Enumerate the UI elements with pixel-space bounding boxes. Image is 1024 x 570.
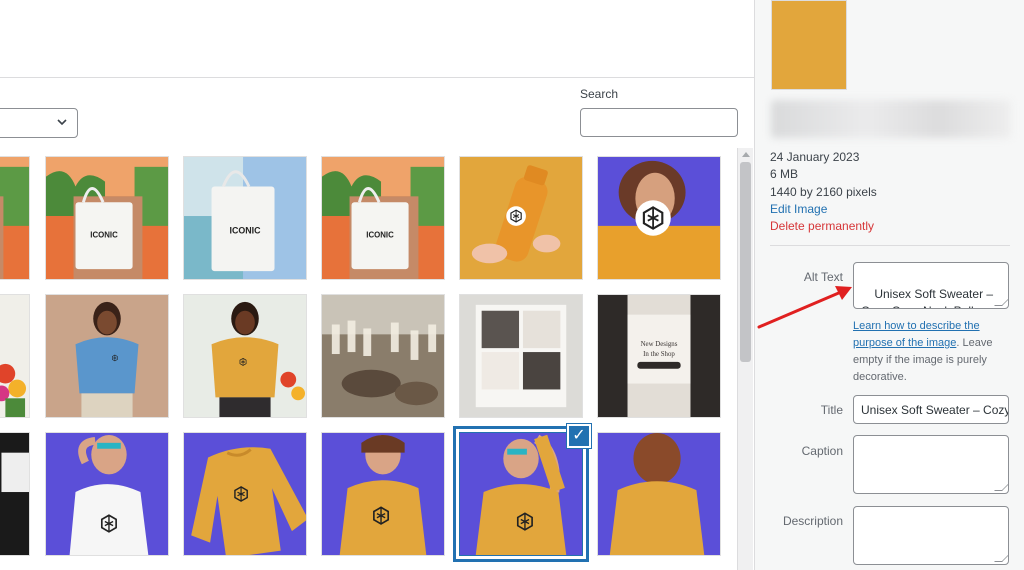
thumbnail-image — [598, 157, 720, 279]
svg-text:ICONIC: ICONIC — [90, 231, 118, 240]
edit-image-link[interactable]: Edit Image — [770, 202, 827, 216]
upload-date: 24 January 2023 — [770, 150, 860, 164]
svg-text:In the Shop: In the Shop — [643, 351, 675, 358]
attachment-thumbnail[interactable] — [45, 432, 169, 556]
thumbnail-image — [184, 433, 306, 555]
thumbnail-image — [322, 433, 444, 555]
file-size: 6 MB — [770, 167, 799, 181]
svg-text:New Designs: New Designs — [641, 341, 678, 348]
thumbnail-image: ICONIC — [46, 157, 168, 279]
attachment-thumbnail[interactable] — [45, 294, 169, 418]
thumbnail-image — [0, 157, 29, 279]
attachment-thumbnail[interactable] — [597, 432, 721, 556]
thumbnail-image — [0, 295, 29, 417]
thumbnail-image — [0, 433, 29, 555]
attachment-thumbnail[interactable]: New Designs In the Shop — [597, 294, 721, 418]
description-field[interactable] — [853, 506, 1009, 565]
resize-handle[interactable] — [994, 554, 1008, 562]
attachment-thumbnail[interactable] — [459, 294, 583, 418]
attachment-thumbnail[interactable]: ICONIC — [321, 156, 445, 280]
delete-permanently-link[interactable]: Delete permanently — [770, 219, 874, 233]
resize-handle[interactable] — [994, 483, 1008, 491]
alt-text-field[interactable]: Unisex Soft Sweater – Cozy Crew Neck Pul… — [853, 262, 1009, 309]
attachment-thumbnail[interactable] — [597, 156, 721, 280]
attachment-thumbnail[interactable] — [0, 294, 30, 418]
title-label: Title — [820, 403, 843, 417]
divider — [770, 245, 1010, 246]
attachment-thumbnail[interactable] — [0, 432, 30, 556]
thumbnail-image — [598, 433, 720, 555]
thumbnail-image — [460, 295, 582, 417]
thumbnail-image: New Designs In the Shop — [598, 295, 720, 417]
thumbnail-image: ICONIC — [184, 157, 306, 279]
scrollbar-thumb[interactable] — [740, 162, 751, 362]
attachment-thumbnail[interactable] — [321, 432, 445, 556]
caption-field[interactable] — [853, 435, 1009, 494]
alt-text-help: Learn how to describe the purpose of the… — [853, 318, 1013, 386]
thumbnail-image — [184, 295, 306, 417]
alt-text-value: Unisex Soft Sweater – Cozy Crew Neck Pul… — [861, 287, 997, 308]
attachment-thumbnail[interactable] — [321, 294, 445, 418]
attachment-preview — [771, 0, 847, 90]
selected-check-icon[interactable]: ✓ — [567, 424, 591, 448]
annotation-arrow-icon — [757, 286, 852, 329]
attachment-thumbnail[interactable] — [0, 156, 30, 280]
dimensions: 1440 by 2160 pixels — [770, 185, 877, 199]
attachment-thumbnail[interactable] — [459, 432, 583, 556]
blurred-filename — [771, 100, 1011, 138]
media-browser: Search ICONIC ICONIC ICONIC New Designs In t… — [0, 78, 754, 570]
attachment-thumbnail[interactable]: ICONIC — [45, 156, 169, 280]
thumbnail-image — [460, 433, 582, 555]
attachment-thumbnail[interactable] — [183, 432, 307, 556]
svg-text:ICONIC: ICONIC — [366, 231, 394, 240]
title-field[interactable]: Unisex Soft Sweater – Cozy Crew Neck Pul… — [853, 395, 1009, 424]
thumbnail-image: ICONIC — [322, 157, 444, 279]
thumbnail-image — [460, 157, 582, 279]
search-input[interactable] — [580, 108, 738, 137]
description-label: Description — [782, 514, 843, 528]
svg-text:ICONIC: ICONIC — [230, 226, 262, 236]
attachment-thumbnail[interactable] — [183, 294, 307, 418]
thumbnail-image — [322, 295, 444, 417]
search-label: Search — [580, 87, 619, 101]
attachment-thumbnail[interactable] — [459, 156, 583, 280]
scrollbar[interactable] — [737, 148, 753, 570]
thumbnail-image — [46, 295, 168, 417]
title-value: Unisex Soft Sweater – Cozy Crew Neck Pul… — [861, 403, 1009, 417]
attachment-thumbnail[interactable]: ICONIC — [183, 156, 307, 280]
scroll-up-icon[interactable] — [742, 152, 750, 157]
chevron-down-icon — [57, 119, 67, 126]
thumbnail-image — [46, 433, 168, 555]
caption-label: Caption — [801, 444, 843, 458]
media-filter-select[interactable] — [0, 108, 78, 138]
